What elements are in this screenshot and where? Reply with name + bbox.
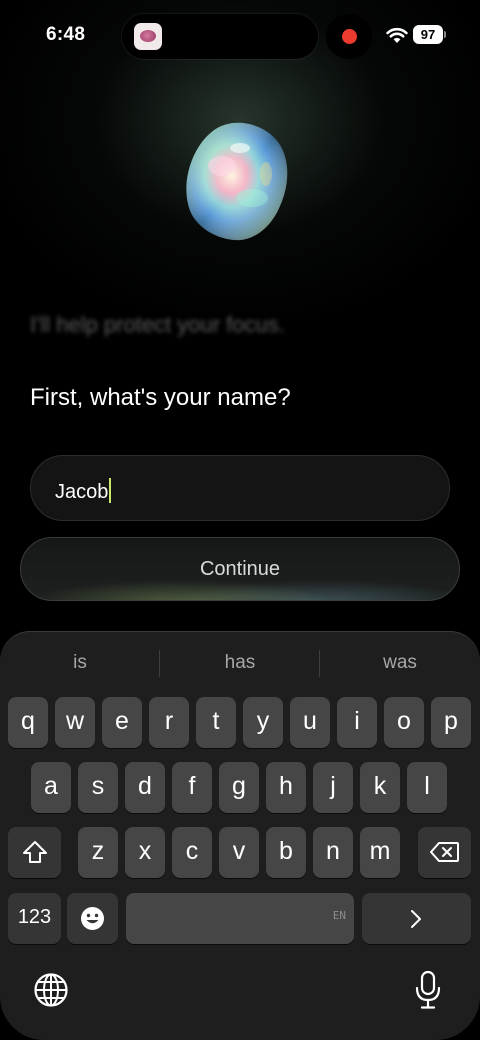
- name-input-value: Jacob: [55, 478, 112, 504]
- name-input-text: Jacob: [55, 481, 109, 503]
- keyboard: is has was q w e r t y u i o p a s d f g…: [0, 631, 480, 1040]
- key-i[interactable]: i: [337, 697, 377, 748]
- key-j[interactable]: j: [313, 762, 353, 813]
- suggestion-3[interactable]: was: [320, 652, 480, 674]
- screen-recording-indicator[interactable]: [326, 14, 372, 59]
- key-b[interactable]: b: [266, 827, 306, 878]
- shift-icon: [23, 841, 47, 863]
- key-o[interactable]: o: [384, 697, 424, 748]
- chevron-right-icon: [411, 910, 421, 928]
- status-time: 6:48: [46, 24, 86, 45]
- suggestion-2[interactable]: has: [160, 652, 320, 674]
- microphone-icon[interactable]: [414, 970, 442, 1010]
- key-x[interactable]: x: [125, 827, 165, 878]
- key-w[interactable]: w: [55, 697, 95, 748]
- app-thumbnail-icon: [134, 23, 162, 50]
- text-caret: [109, 478, 112, 503]
- delete-key[interactable]: [418, 827, 471, 878]
- key-q[interactable]: q: [8, 697, 48, 748]
- key-n[interactable]: n: [313, 827, 353, 878]
- key-d[interactable]: d: [125, 762, 165, 813]
- wifi-icon: [386, 27, 408, 43]
- space-language-label: EN: [332, 909, 346, 922]
- key-l[interactable]: l: [407, 762, 447, 813]
- battery-indicator: 97: [413, 25, 443, 44]
- key-y[interactable]: y: [243, 697, 283, 748]
- backspace-icon: [430, 842, 459, 862]
- key-f[interactable]: f: [172, 762, 212, 813]
- key-s[interactable]: s: [78, 762, 118, 813]
- name-input-field[interactable]: Jacob: [30, 455, 450, 521]
- faded-focus-message: I'll help protect your focus.: [30, 312, 285, 337]
- record-dot-icon: [342, 29, 357, 44]
- globe-icon[interactable]: [33, 972, 69, 1008]
- emoji-key[interactable]: [67, 893, 118, 944]
- key-u[interactable]: u: [290, 697, 330, 748]
- dynamic-island[interactable]: [122, 14, 318, 59]
- key-v[interactable]: v: [219, 827, 259, 878]
- key-m[interactable]: m: [360, 827, 400, 878]
- key-c[interactable]: c: [172, 827, 212, 878]
- key-t[interactable]: t: [196, 697, 236, 748]
- continue-button[interactable]: Continue: [20, 537, 460, 601]
- name-question: First, what's your name?: [30, 384, 291, 411]
- shift-key[interactable]: [8, 827, 61, 878]
- suggestion-1[interactable]: is: [0, 652, 160, 674]
- numbers-key[interactable]: 123: [8, 893, 61, 944]
- key-a[interactable]: a: [31, 762, 71, 813]
- key-z[interactable]: z: [78, 827, 118, 878]
- key-h[interactable]: h: [266, 762, 306, 813]
- key-k[interactable]: k: [360, 762, 400, 813]
- return-key[interactable]: [362, 893, 471, 944]
- emoji-icon: [81, 907, 104, 930]
- key-g[interactable]: g: [219, 762, 259, 813]
- key-p[interactable]: p: [431, 697, 471, 748]
- battery-tip: [444, 31, 446, 38]
- opal-gem-icon: [186, 122, 288, 241]
- space-key[interactable]: EN: [126, 893, 354, 944]
- key-e[interactable]: e: [102, 697, 142, 748]
- key-r[interactable]: r: [149, 697, 189, 748]
